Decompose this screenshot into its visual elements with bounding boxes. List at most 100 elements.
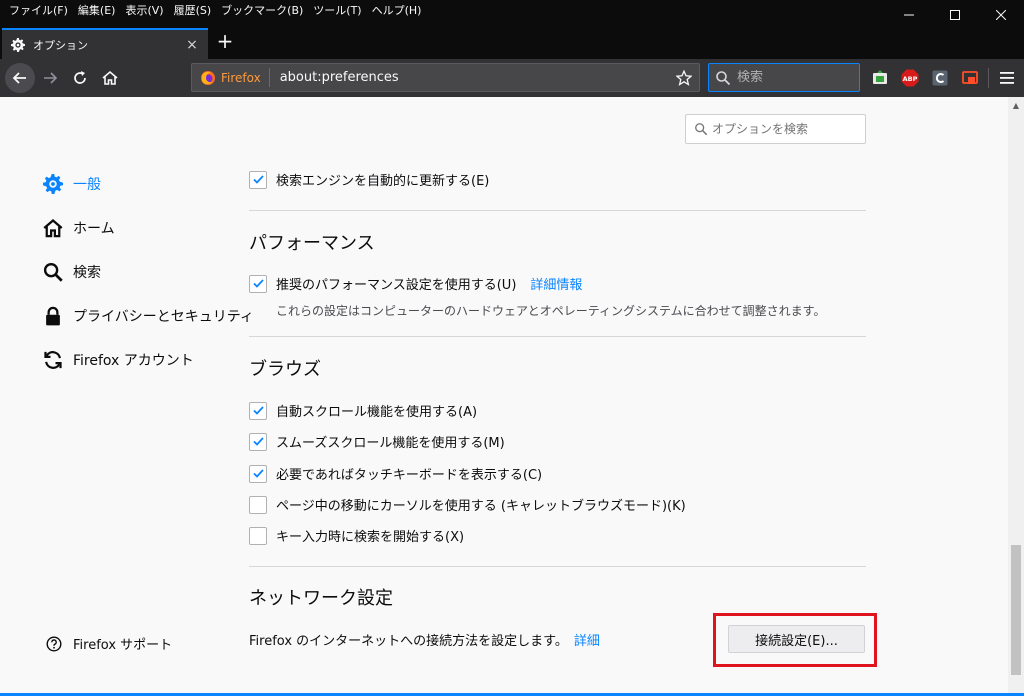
- menu-bookmarks[interactable]: ブックマーク(B): [216, 0, 308, 22]
- category-label: ホーム: [73, 221, 115, 237]
- option-label: ページ中の移動にカーソルを使用する (キャレットブラウズモード)(K): [276, 499, 686, 514]
- checkmark-icon: [252, 406, 264, 415]
- navigation-toolbar: Firefox about:preferences ABP: [0, 59, 1024, 97]
- category-privacy[interactable]: プライバシーとセキュリティ: [42, 305, 254, 327]
- category-label: Firefox アカウント: [73, 353, 194, 369]
- checkbox-checked[interactable]: [249, 432, 267, 451]
- checkbox-checked[interactable]: [249, 274, 267, 293]
- home-icon: [42, 217, 64, 239]
- checkbox-checked[interactable]: [249, 464, 267, 483]
- search-on-type-option[interactable]: キー入力時に検索を開始する(X): [249, 526, 464, 545]
- reload-button[interactable]: [69, 67, 91, 89]
- checkmark-icon: [252, 279, 264, 288]
- checkbox-checked[interactable]: [249, 170, 267, 189]
- close-icon: [996, 10, 1006, 20]
- extension-c-icon[interactable]: [931, 69, 949, 87]
- category-general[interactable]: 一般: [42, 173, 101, 195]
- checkbox-unchecked[interactable]: [249, 526, 267, 545]
- menu-help[interactable]: ヘルプ(H): [367, 0, 427, 22]
- home-button[interactable]: [99, 67, 121, 89]
- menu-view[interactable]: 表示(V): [120, 0, 168, 22]
- back-button[interactable]: [5, 63, 35, 93]
- minimize-icon: [904, 14, 914, 16]
- firefox-logo-icon: [201, 70, 215, 85]
- option-label: 推奨のパフォーマンス設定を使用する(U): [276, 278, 517, 293]
- toolbar-search-box[interactable]: [708, 63, 860, 92]
- vertical-scrollbar[interactable]: ▲: [1008, 97, 1024, 693]
- highlight-annotation-box: [713, 613, 877, 667]
- section-divider: [249, 566, 866, 567]
- home-icon: [102, 70, 118, 85]
- app-menu-button[interactable]: [996, 67, 1018, 89]
- toolbar-separator: [988, 68, 989, 88]
- gear-icon: [10, 37, 26, 53]
- option-label: 自動スクロール機能を使用する(A): [276, 405, 478, 420]
- firefox-support-link[interactable]: Firefox サポート: [45, 634, 172, 653]
- menu-file[interactable]: ファイル(F): [4, 0, 73, 22]
- lock-icon: [42, 305, 64, 327]
- network-description: Firefox のインターネットへの接続方法を設定します。 詳細: [249, 630, 600, 649]
- network-description-text: Firefox のインターネットへの接続方法を設定します。: [249, 634, 568, 649]
- extension-red-icon[interactable]: [961, 69, 979, 87]
- menu-history[interactable]: 履歴(S): [169, 0, 217, 22]
- svg-text:ABP: ABP: [903, 75, 918, 83]
- option-label: 検索エンジンを自動的に更新する(E): [276, 174, 490, 189]
- identity-label: Firefox: [221, 70, 261, 85]
- autoscroll-option[interactable]: 自動スクロール機能を使用する(A): [249, 401, 477, 420]
- toolbar-search-input[interactable]: [737, 70, 847, 85]
- forward-arrow-icon: [44, 72, 58, 84]
- search-icon: [716, 70, 731, 85]
- option-label: スムーズスクロール機能を使用する(M): [276, 436, 505, 451]
- caret-browsing-option[interactable]: ページ中の移動にカーソルを使用する (キャレットブラウズモード)(K): [249, 495, 686, 514]
- search-engine-update-option[interactable]: 検索エンジンを自動的に更新する(E): [249, 170, 489, 189]
- preferences-pane: 検索エンジンを自動的に更新する(E) パフォーマンス 推奨のパフォーマンス設定を…: [249, 97, 866, 693]
- menu-edit[interactable]: 編集(E): [73, 0, 121, 22]
- url-bar[interactable]: Firefox about:preferences: [191, 63, 700, 92]
- bookmark-star-icon[interactable]: [673, 69, 695, 86]
- new-tab-button[interactable]: +: [214, 29, 236, 53]
- checkbox-checked[interactable]: [249, 401, 267, 420]
- hamburger-menu-icon: [1000, 72, 1014, 84]
- reload-icon: [74, 71, 86, 84]
- menu-tools[interactable]: ツール(T): [308, 0, 366, 22]
- checkmark-icon: [252, 175, 264, 184]
- sync-icon: [42, 349, 64, 371]
- network-settings-heading: ネットワーク設定: [249, 588, 393, 609]
- category-search[interactable]: 検索: [42, 261, 101, 283]
- smooth-scroll-option[interactable]: スムーズスクロール機能を使用する(M): [249, 432, 505, 451]
- adblock-plus-icon[interactable]: ABP: [901, 69, 919, 87]
- section-divider: [249, 210, 866, 211]
- network-learn-more-link[interactable]: 詳細: [574, 634, 600, 649]
- forward-button[interactable]: [39, 67, 61, 89]
- gear-icon: [42, 173, 64, 195]
- support-label: Firefox サポート: [73, 638, 173, 653]
- performance-learn-more-link[interactable]: 詳細情報: [530, 274, 582, 293]
- performance-heading: パフォーマンス: [249, 233, 375, 254]
- tab-options[interactable]: オプション ×: [2, 28, 208, 59]
- preferences-content: 一般 ホーム 検索 プライバシーとセキュリティ Firefox アカウント Fi…: [0, 97, 1008, 693]
- category-firefox-account[interactable]: Firefox アカウント: [42, 349, 194, 371]
- back-arrow-icon: [12, 72, 26, 84]
- checkmark-icon: [252, 469, 264, 478]
- checkbox-unchecked[interactable]: [249, 495, 267, 514]
- scroll-thumb[interactable]: [1011, 545, 1021, 675]
- category-label: プライバシーとセキュリティ: [73, 309, 254, 325]
- category-home[interactable]: ホーム: [42, 217, 115, 239]
- tab-strip: オプション × +: [0, 22, 1024, 59]
- option-label: 必要であればタッチキーボードを表示する(C): [276, 468, 543, 483]
- performance-description: これらの設定はコンピューターのハードウェアとオペレーティングシステムに合わせて調…: [276, 304, 826, 318]
- option-label: キー入力時に検索を開始する(X): [276, 530, 465, 545]
- identity-box[interactable]: Firefox: [192, 68, 270, 87]
- search-icon: [42, 261, 64, 283]
- menu-bar: ファイル(F) 編集(E) 表示(V) 履歴(S) ブックマーク(B) ツール(…: [0, 0, 1024, 22]
- browsing-heading: ブラウズ: [249, 359, 321, 380]
- section-divider: [249, 336, 866, 337]
- tab-title: オプション: [33, 38, 88, 52]
- category-label: 一般: [73, 177, 101, 193]
- screenshot-extension-icon[interactable]: [871, 69, 889, 87]
- recommended-performance-option[interactable]: 推奨のパフォーマンス設定を使用する(U) 詳細情報: [249, 274, 582, 293]
- tab-close-icon[interactable]: ×: [184, 37, 200, 53]
- scroll-up-arrow-icon[interactable]: ▲: [1008, 97, 1024, 113]
- touch-keyboard-option[interactable]: 必要であればタッチキーボードを表示する(C): [249, 464, 542, 483]
- url-text[interactable]: about:preferences: [270, 70, 673, 85]
